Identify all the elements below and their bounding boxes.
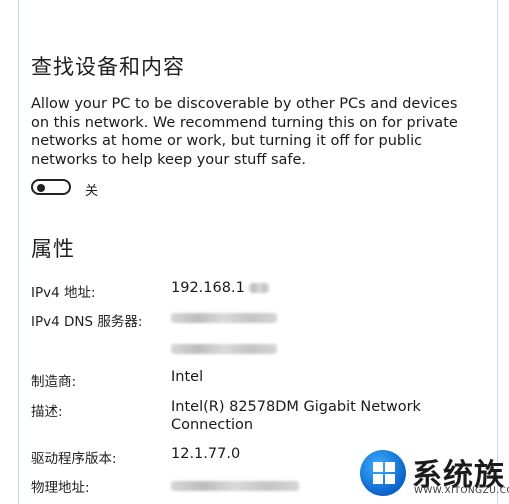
redacted-mask xyxy=(249,283,270,293)
toggle-state-label: 关 xyxy=(85,184,99,199)
toggle-knob xyxy=(37,184,45,192)
discovery-heading: 查找设备和内容 xyxy=(31,55,185,79)
description-label: 描述: xyxy=(31,404,63,420)
physical-address-value xyxy=(171,478,299,494)
windows-logo-icon xyxy=(373,462,395,484)
ipv4-address-text: 192.168.1 xyxy=(171,280,245,296)
ipv4-dns-value-2 xyxy=(171,341,277,357)
manufacturer-value: Intel xyxy=(171,369,204,385)
properties-heading: 属性 xyxy=(31,237,75,261)
discovery-description: Allow your PC to be discoverable by othe… xyxy=(31,96,458,168)
driver-version-value: 12.1.77.0 xyxy=(171,446,241,462)
description-value: Intel(R) 82578DM Gigabit Network Connect… xyxy=(171,399,421,433)
redacted-mask xyxy=(171,313,277,323)
watermark-circle xyxy=(360,450,406,496)
redacted-mask xyxy=(171,481,299,491)
ipv4-address-value: 192.168.1 xyxy=(171,280,270,296)
driver-version-label: 驱动程序版本: xyxy=(31,451,117,467)
watermark-url: WWW.XITONGZU.COM xyxy=(414,486,509,496)
manufacturer-label: 制造商: xyxy=(31,374,77,390)
ipv4-address-label: IPv4 地址: xyxy=(31,285,96,301)
physical-address-label: 物理地址: xyxy=(31,480,90,496)
ipv4-dns-label: IPv4 DNS 服务器: xyxy=(31,314,143,330)
ipv4-dns-value-1 xyxy=(171,310,277,326)
redacted-mask xyxy=(171,344,277,354)
xitongzu-watermark: 系统族 WWW.XITONGZU.COM xyxy=(356,448,509,500)
discovery-toggle-switch[interactable] xyxy=(31,179,71,195)
